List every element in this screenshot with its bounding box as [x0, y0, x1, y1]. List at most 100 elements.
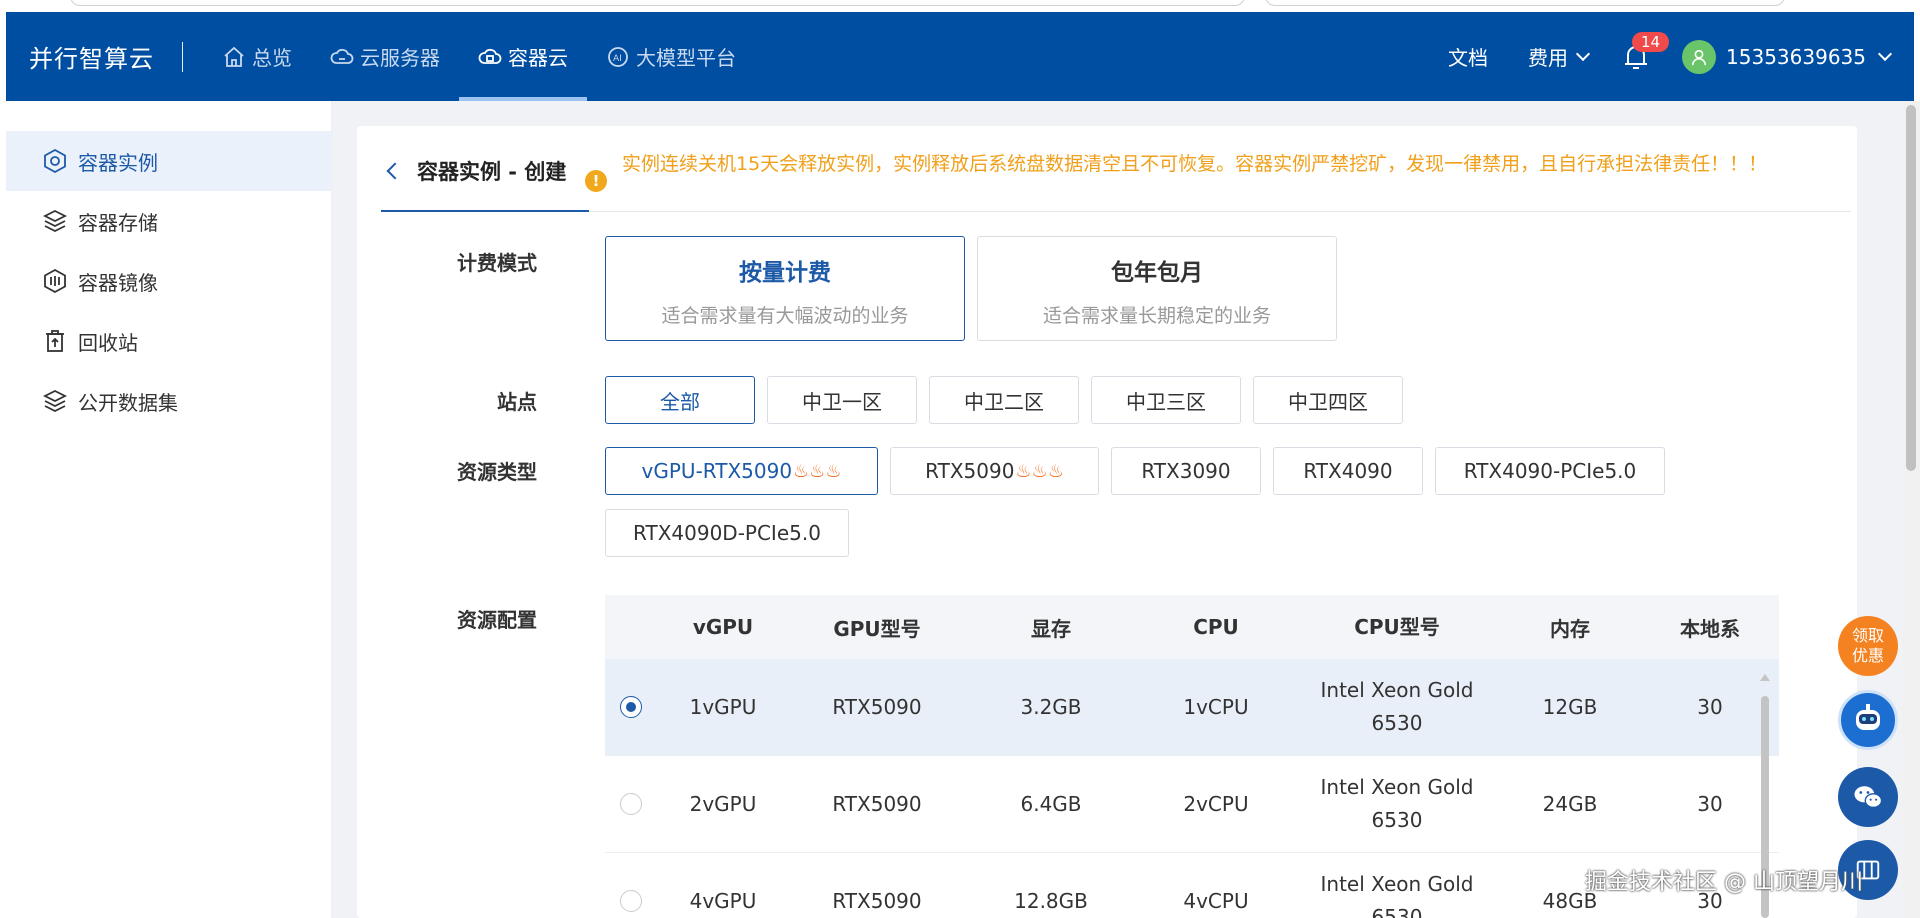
cell-gpu-model: RTX5090: [832, 889, 922, 913]
browser-search-box[interactable]: [70, 0, 1245, 6]
container-cloud-icon: [478, 48, 502, 64]
create-instance-card: 容器实例 - 创建 ! 实例连续关机15天会释放实例，实例释放后系统盘数据清空且…: [357, 126, 1857, 918]
page-title: 容器实例 - 创建: [417, 160, 567, 184]
nav-label: 容器云: [508, 46, 568, 70]
site-option-zone-1[interactable]: 中卫一区: [767, 376, 917, 424]
warning-icon: !: [585, 170, 607, 192]
avatar[interactable]: [1682, 39, 1717, 74]
header-cpu-model: CPU型号: [1354, 614, 1440, 639]
cell-gpu-model: RTX5090: [832, 792, 922, 816]
cpu-model-line: 6530: [1371, 905, 1423, 918]
page-header: 容器实例 - 创建: [381, 156, 566, 186]
hot-fire-icon: ♨♨♨: [793, 460, 842, 482]
row-select: [605, 793, 657, 815]
header-vgpu: vGPU: [692, 615, 754, 639]
sidebar-item-label: 回收站: [78, 330, 138, 355]
browser-top-strip: [0, 0, 1920, 12]
billing-option-desc: 适合需求量有大幅波动的业务: [661, 305, 909, 327]
browser-search-box-2[interactable]: [1265, 0, 1785, 6]
site-option-zone-3[interactable]: 中卫三区: [1091, 376, 1241, 424]
nav-item-ai-model[interactable]: AI 大模型平台: [587, 12, 755, 101]
radio-button[interactable]: [620, 696, 642, 718]
cpu-model-line: 6530: [1371, 808, 1423, 832]
site-option-all[interactable]: 全部: [605, 376, 755, 424]
coupon-line: 优惠: [1851, 646, 1884, 665]
notification-badge: 14: [1632, 31, 1670, 52]
scroll-up-arrow-icon[interactable]: [1760, 674, 1770, 681]
sidebar-item-label: 容器实例: [78, 150, 158, 175]
page-scrollbar[interactable]: [1902, 101, 1920, 918]
brand-logo[interactable]: 并行智算云: [29, 39, 154, 74]
sidebar-item-label: 容器镜像: [78, 270, 158, 295]
billing-option-desc: 适合需求量长期稳定的业务: [1042, 305, 1271, 327]
billing-mode-label: 计费模式: [457, 251, 537, 275]
cell-vram: 6.4GB: [1020, 792, 1082, 816]
nav-item-container-cloud[interactable]: 容器云: [459, 12, 587, 101]
billing-option-title: 按量计费: [739, 260, 831, 286]
back-arrow-icon[interactable]: [386, 162, 404, 180]
nav-label: 云服务器: [360, 46, 440, 70]
row-select: [605, 890, 657, 912]
sidebar-item-public-dataset[interactable]: 公开数据集: [6, 371, 331, 431]
cell-vgpu: 2vGPU: [689, 792, 757, 816]
billing-option-subscription[interactable]: 包年包月 适合需求量长期稳定的业务: [977, 236, 1337, 341]
cell-gpu-model: RTX5090: [832, 695, 922, 719]
sidebar-item-label: 容器存储: [78, 210, 158, 235]
resource-type-vgpu-rtx5090[interactable]: vGPU-RTX5090 ♨♨♨: [605, 447, 878, 495]
nav-item-overview[interactable]: 总览: [203, 12, 311, 101]
billing-option-title: 包年包月: [1111, 260, 1203, 286]
header-right: 文档 费用 14 15353639635: [1448, 31, 1914, 74]
sidebar-item-container-image[interactable]: 容器镜像: [6, 251, 331, 311]
billing-label: 费用: [1528, 46, 1569, 70]
billing-dropdown[interactable]: 费用: [1528, 42, 1591, 71]
app-root: 并行智算云 总览 云服务器 容器云 AI 大模型平台 文档 费用 14 1535…: [0, 0, 1920, 918]
coupon-button[interactable]: 领取 优惠: [1838, 616, 1898, 676]
page-scrollbar-thumb[interactable]: [1906, 105, 1916, 471]
cloud-server-icon: [330, 48, 354, 64]
billing-option-pay-as-you-go[interactable]: 按量计费 适合需求量有大幅波动的业务: [605, 236, 965, 341]
cell-cpu-model: Intel Xeon Gold 6530: [1295, 674, 1499, 740]
table-row[interactable]: 1vGPU RTX5090 3.2GB 1vCPU Intel Xeon Gol…: [605, 659, 1779, 756]
notification-bell[interactable]: 14: [1622, 31, 1670, 72]
cell-cpu-model: Intel Xeon Gold 6530: [1295, 868, 1499, 918]
image-cube-icon: [44, 268, 66, 294]
resource-type-rtx4090d-pcie5[interactable]: RTX4090D-PCIe5.0: [605, 509, 849, 557]
top-header: 并行智算云 总览 云服务器 容器云 AI 大模型平台 文档 费用 14 1535…: [6, 12, 1914, 101]
cell-vram: 3.2GB: [1020, 695, 1082, 719]
user-account-name[interactable]: 15353639635: [1726, 45, 1866, 69]
radio-button[interactable]: [620, 793, 642, 815]
cell-memory: 24GB: [1542, 792, 1598, 816]
nav-label: 总览: [252, 46, 292, 70]
resource-type-rtx3090[interactable]: RTX3090: [1111, 447, 1261, 495]
coupon-label: 领取 优惠: [1852, 626, 1884, 666]
cell-vram: 12.8GB: [1014, 889, 1088, 913]
ai-model-icon: AI: [608, 46, 628, 67]
header-vram: 显存: [1031, 616, 1071, 641]
site-label: 站点: [497, 390, 537, 414]
docs-link[interactable]: 文档: [1448, 42, 1488, 71]
table-header: vGPU GPU型号 显存 CPU CPU型号 内存 本地系: [605, 595, 1779, 659]
watermark: 掘金技术社区 @ 山顶望月川: [1585, 870, 1863, 895]
storage-layers-icon: [42, 209, 68, 233]
warning-notice: 实例连续关机15天会释放实例，实例释放后系统盘数据清空且不可恢复。容器实例严禁挖…: [622, 153, 1768, 175]
sidebar-item-container-instance[interactable]: 容器实例: [6, 131, 331, 191]
site-option-zone-4[interactable]: 中卫四区: [1253, 376, 1403, 424]
sidebar-item-container-storage[interactable]: 容器存储: [6, 191, 331, 251]
resource-type-rtx4090-pcie5[interactable]: RTX4090-PCIe5.0: [1435, 447, 1665, 495]
sidebar-item-recycle-bin[interactable]: 回收站: [6, 311, 331, 371]
title-active-underline: [381, 210, 589, 212]
chevron-down-icon: [1575, 46, 1591, 61]
resource-type-rtx5090[interactable]: RTX5090 ♨♨♨: [890, 447, 1099, 495]
header-cpu: CPU: [1193, 615, 1239, 639]
wechat-button[interactable]: [1838, 767, 1898, 827]
chevron-down-icon[interactable]: [1877, 46, 1893, 61]
table-row[interactable]: 2vGPU RTX5090 6.4GB 2vCPU Intel Xeon Gol…: [605, 756, 1779, 853]
site-option-zone-2[interactable]: 中卫二区: [929, 376, 1079, 424]
home-icon: [224, 46, 244, 67]
row-select: [605, 696, 657, 718]
radio-button[interactable]: [620, 890, 642, 912]
nav-item-cloud-server[interactable]: 云服务器: [311, 12, 459, 101]
resource-type-rtx4090[interactable]: RTX4090: [1273, 447, 1423, 495]
ai-assistant-button[interactable]: [1838, 690, 1898, 750]
wechat-icon: [1854, 786, 1883, 809]
